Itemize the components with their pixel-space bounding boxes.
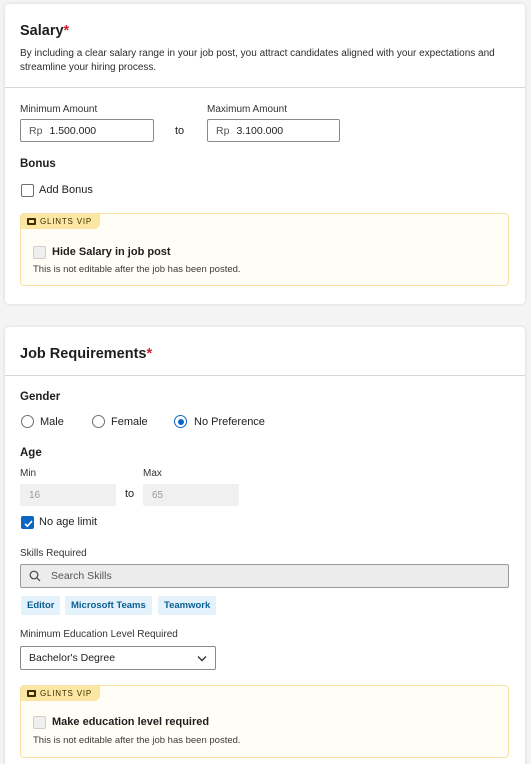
gender-label: Gender (20, 391, 61, 403)
skill-chip[interactable]: Editor (21, 596, 61, 615)
age-min-label: Min (20, 468, 37, 479)
range-to-label: to (175, 125, 185, 137)
vip-badge-label: GLINTS VIP (40, 217, 93, 226)
glints-vip-badge: GLINTS VIP (21, 686, 101, 701)
job-requirements-card: Job Requirements* Gender Male Female No … (5, 327, 525, 764)
age-label: Age (20, 447, 42, 459)
gender-option-no-preference: No Preference (194, 416, 265, 428)
gender-radio-male[interactable] (21, 415, 34, 428)
maximum-amount-label: Maximum Amount (207, 104, 288, 115)
education-level-select[interactable]: Bachelor's Degree (20, 646, 216, 670)
currency-prefix: Rp (216, 124, 230, 137)
maximum-amount-value: 3.100.000 (236, 124, 284, 137)
hide-salary-label: Hide Salary in job post (52, 246, 171, 258)
glints-vip-badge: GLINTS VIP (21, 214, 101, 229)
required-mark: * (63, 23, 70, 39)
education-required-label: Make education level required (52, 716, 210, 728)
search-icon (29, 570, 41, 582)
hide-salary-checkbox[interactable] (33, 246, 46, 259)
no-age-limit-checkbox[interactable] (21, 516, 34, 529)
skills-search-input[interactable]: Search Skills (20, 564, 509, 588)
vip-education-required-box: GLINTS VIP Make education level required… (20, 685, 509, 758)
education-required-note: This is not editable after the job has b… (33, 735, 241, 746)
requirements-header: Job Requirements* (5, 327, 525, 376)
education-level-label: Minimum Education Level Required (20, 629, 178, 640)
minimum-amount-input[interactable]: Rp 1.500.000 (20, 119, 154, 142)
age-max-label: Max (143, 468, 162, 479)
minimum-amount-label: Minimum Amount (20, 104, 98, 115)
gender-option-male: Male (40, 416, 64, 428)
check-icon (24, 520, 33, 528)
salary-card: Salary* By including a clear salary rang… (5, 4, 525, 304)
education-required-checkbox[interactable] (33, 716, 46, 729)
vip-badge-label: GLINTS VIP (40, 689, 93, 698)
requirements-title: Job Requirements (20, 346, 147, 362)
vip-hide-salary-box: GLINTS VIP Hide Salary in job post This … (20, 213, 509, 286)
salary-title: Salary (20, 23, 64, 39)
salary-header: Salary* By including a clear salary rang… (5, 4, 525, 88)
gender-radio-female[interactable] (92, 415, 105, 428)
chevron-down-icon (197, 656, 207, 662)
vip-icon (27, 218, 36, 225)
salary-description: By including a clear salary range in you… (20, 48, 495, 73)
gender-radio-no-preference[interactable] (174, 415, 187, 428)
skill-chip[interactable]: Teamwork (158, 596, 217, 615)
currency-prefix: Rp (29, 124, 43, 137)
gender-option-female: Female (111, 416, 148, 428)
minimum-amount-value: 1.500.000 (49, 124, 97, 137)
add-bonus-label: Add Bonus (39, 184, 93, 196)
hide-salary-note: This is not editable after the job has b… (33, 264, 241, 275)
add-bonus-checkbox[interactable] (21, 184, 34, 197)
search-placeholder: Search Skills (51, 570, 112, 582)
age-max-input[interactable]: 65 (143, 484, 239, 506)
skill-chip[interactable]: Microsoft Teams (65, 596, 152, 615)
education-level-value: Bachelor's Degree (29, 652, 116, 664)
required-mark: * (146, 346, 153, 362)
no-age-limit-label: No age limit (39, 516, 98, 528)
age-to-label: to (125, 488, 135, 500)
maximum-amount-input[interactable]: Rp 3.100.000 (207, 119, 340, 142)
age-min-input[interactable]: 16 (20, 484, 116, 506)
bonus-label: Bonus (20, 158, 56, 170)
skills-required-label: Skills Required (20, 548, 87, 559)
vip-icon (27, 690, 36, 697)
